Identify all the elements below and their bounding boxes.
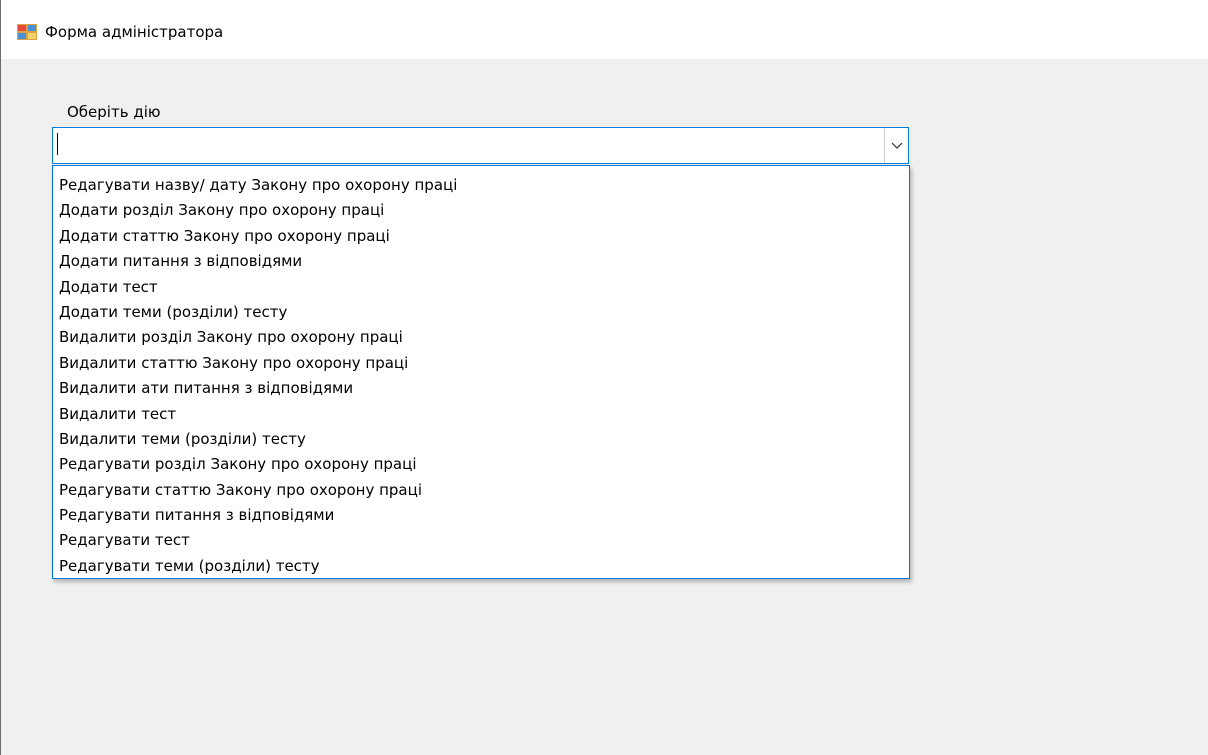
app-form-icon (17, 24, 37, 40)
dropdown-option[interactable]: Додати розділ Закону про охорону праці (53, 198, 909, 223)
dropdown-option[interactable]: Видалити ати питання з відповідями (53, 376, 909, 401)
action-combobox[interactable] (52, 127, 909, 164)
dropdown-option[interactable]: Редагувати тест (53, 528, 909, 553)
dropdown-option[interactable]: Редагувати статтю Закону про охорону пра… (53, 478, 909, 503)
dropdown-option[interactable]: Редагувати розділ Закону про охорону пра… (53, 452, 909, 477)
dropdown-option[interactable]: Додати питання з відповідями (53, 249, 909, 274)
dropdown-option[interactable]: Додати статтю Закону про охорону праці (53, 224, 909, 249)
chevron-down-icon (891, 142, 903, 149)
dropdown-toggle-button[interactable] (884, 128, 908, 163)
action-dropdown-list[interactable]: Редагувати назву/ дату Закону про охорон… (52, 165, 910, 579)
action-combobox-input[interactable] (56, 131, 876, 160)
window-title: Форма адміністратора (45, 23, 224, 41)
dropdown-option[interactable]: Додати теми (розділи) тесту (53, 300, 909, 325)
dropdown-option[interactable]: Видалити теми (розділи) тесту (53, 427, 909, 452)
action-select-label: Оберіть дію (67, 103, 161, 121)
text-caret (57, 133, 58, 155)
dropdown-option[interactable]: Редагувати теми (розділи) тесту (53, 554, 909, 579)
dropdown-option[interactable]: Редагувати назву/ дату Закону про охорон… (53, 173, 909, 198)
dropdown-option[interactable]: Редагувати питання з відповідями (53, 503, 909, 528)
title-bar[interactable]: Форма адміністратора (1, 0, 1208, 59)
dropdown-option[interactable]: Видалити тест (53, 402, 909, 427)
dropdown-option[interactable]: Додати тест (53, 275, 909, 300)
admin-form-window: Форма адміністратора Оберіть дію Редагув… (0, 0, 1208, 755)
dropdown-option[interactable]: Видалити статтю Закону про охорону праці (53, 351, 909, 376)
dropdown-option[interactable]: Видалити розділ Закону про охорону праці (53, 325, 909, 350)
